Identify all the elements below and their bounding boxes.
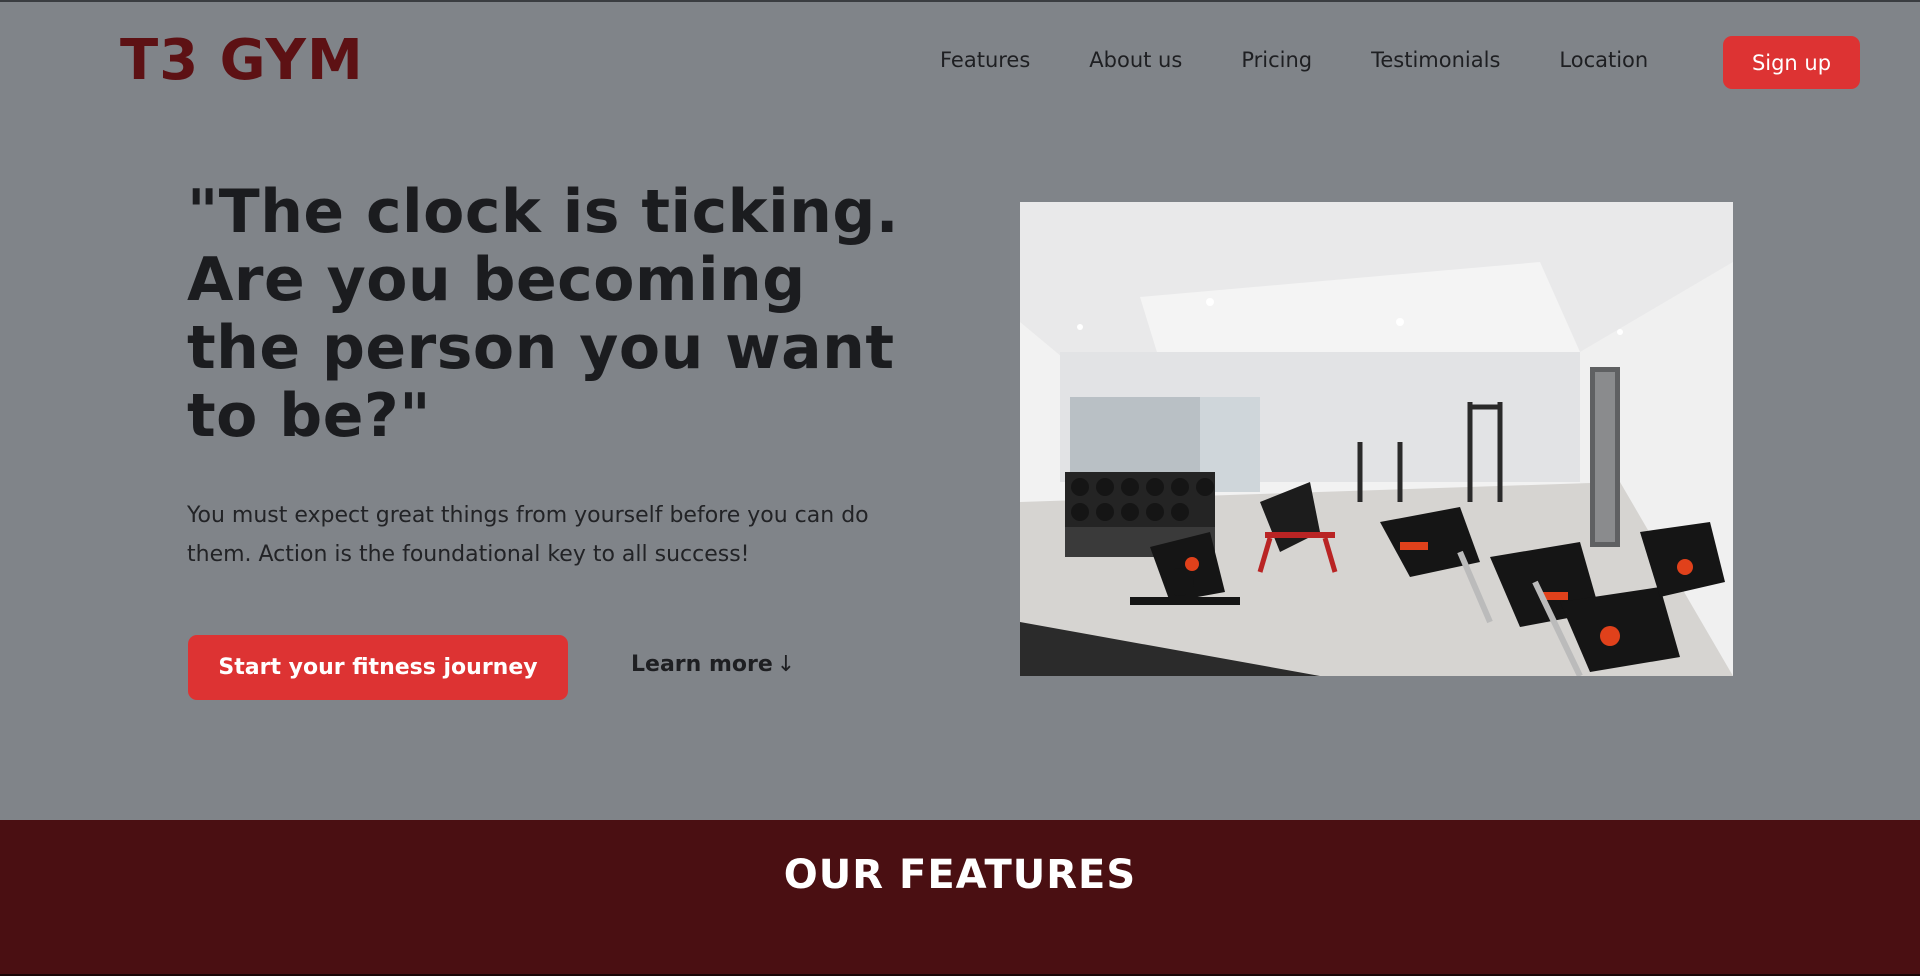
nav-location[interactable]: Location	[1559, 48, 1648, 72]
logo[interactable]: T3 GYM	[120, 28, 364, 93]
nav-pricing[interactable]: Pricing	[1241, 48, 1312, 72]
gym-photo	[1020, 202, 1733, 676]
gym-interior-image	[1020, 202, 1733, 676]
signup-button[interactable]: Sign up	[1723, 36, 1860, 89]
arrow-down-icon: ↓	[776, 652, 796, 677]
start-journey-button[interactable]: Start your fitness journey	[188, 635, 568, 700]
nav-features[interactable]: Features	[940, 48, 1030, 72]
features-section: OUR FEATURES	[0, 820, 1920, 976]
hero-heading: "The clock is ticking. Are you becoming …	[187, 177, 900, 451]
learn-more-label: Learn more	[631, 652, 773, 677]
features-heading: OUR FEATURES	[783, 852, 1137, 898]
nav-about-us[interactable]: About us	[1089, 48, 1182, 72]
nav-testimonials[interactable]: Testimonials	[1371, 48, 1500, 72]
learn-more-link[interactable]: Learn more ↓	[631, 652, 795, 677]
hero-description: You must expect great things from yourse…	[187, 503, 869, 567]
main-nav: Features About us Pricing Testimonials L…	[940, 48, 1707, 72]
site-header: T3 GYM Features About us Pricing Testimo…	[0, 2, 1920, 120]
